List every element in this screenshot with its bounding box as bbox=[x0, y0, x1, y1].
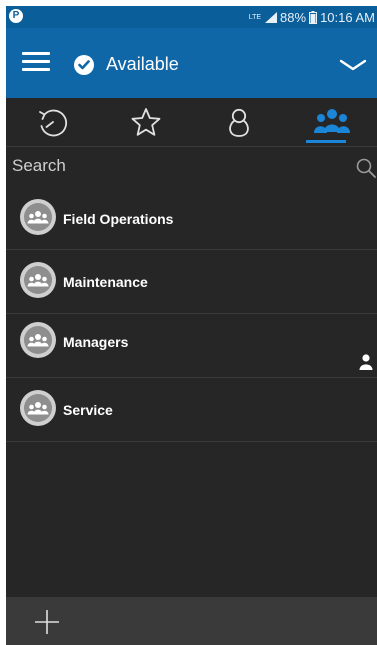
person-icon bbox=[359, 354, 373, 370]
star-icon bbox=[131, 108, 160, 136]
list-item-service[interactable]: Service bbox=[6, 378, 377, 442]
status-right: LTE 88% 10:16 AM bbox=[249, 8, 375, 26]
tab-bar bbox=[6, 98, 377, 147]
search-icon[interactable] bbox=[355, 157, 377, 179]
group-avatar-icon bbox=[20, 262, 56, 298]
check-circle-icon bbox=[74, 55, 94, 75]
group-name: Service bbox=[63, 402, 113, 418]
group-avatar-icon bbox=[20, 390, 56, 426]
tab-groups[interactable] bbox=[285, 98, 377, 146]
signal-icon bbox=[265, 11, 278, 23]
status-bar: P LTE 88% 10:16 AM bbox=[6, 6, 377, 28]
clock: 10:16 AM bbox=[320, 9, 375, 25]
group-name: Managers bbox=[63, 334, 129, 350]
tab-favorites[interactable] bbox=[99, 98, 192, 146]
list-item-field-operations[interactable]: Field Operations bbox=[6, 187, 377, 250]
app-frame: P LTE 88% 10:16 AM Available Search Fiel… bbox=[6, 6, 377, 645]
group-list: Field Operations Maintenance Managers Se… bbox=[6, 187, 377, 442]
add-icon[interactable] bbox=[34, 609, 60, 635]
active-tab-indicator bbox=[306, 140, 346, 143]
group-name: Maintenance bbox=[63, 274, 148, 290]
network-type: LTE bbox=[248, 13, 262, 21]
group-avatar-icon bbox=[20, 322, 56, 358]
chevron-down-icon[interactable] bbox=[339, 58, 367, 72]
list-item-maintenance[interactable]: Maintenance bbox=[6, 250, 377, 314]
search-input[interactable] bbox=[12, 153, 342, 179]
list-item-managers[interactable]: Managers bbox=[6, 314, 377, 378]
presence-status-label[interactable]: Available bbox=[106, 54, 179, 75]
battery-level: 88% bbox=[280, 9, 307, 25]
app-header: Available bbox=[6, 28, 377, 98]
battery-icon bbox=[309, 10, 318, 24]
groups-icon bbox=[313, 109, 350, 133]
search-bar bbox=[6, 147, 377, 187]
bottom-toolbar bbox=[6, 597, 377, 645]
tab-contacts[interactable] bbox=[192, 98, 285, 146]
contact-icon bbox=[228, 108, 249, 137]
group-name: Field Operations bbox=[63, 211, 174, 227]
hamburger-menu-icon[interactable] bbox=[22, 52, 50, 72]
tab-history[interactable] bbox=[6, 98, 99, 146]
history-icon bbox=[38, 109, 67, 137]
group-avatar-icon bbox=[20, 199, 56, 235]
app-p-icon: P bbox=[9, 9, 23, 23]
